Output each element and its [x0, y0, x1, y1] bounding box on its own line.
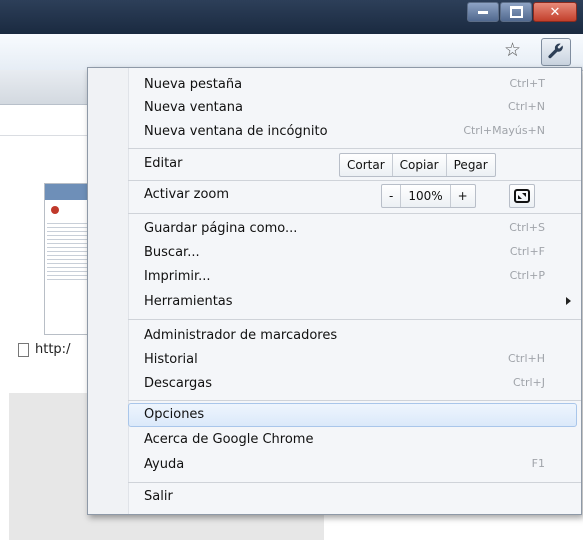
menu-item-help[interactable]: Ayuda F1 [88, 454, 581, 476]
page-icon [18, 342, 29, 357]
zoom-control-group: - 100% + [381, 184, 476, 208]
window-titlebar: ✕ [0, 0, 583, 34]
menu-item-label: Salir [144, 489, 173, 504]
menu-item-shortcut: Ctrl+N [507, 100, 545, 113]
menu-item-exit[interactable]: Salir [88, 486, 581, 508]
fullscreen-button[interactable] [509, 184, 535, 208]
menu-item-label: Imprimir... [144, 269, 211, 284]
wrench-icon [548, 43, 563, 59]
menu-item-shortcut: Ctrl+P [509, 269, 545, 282]
chrome-menu: Nueva pestaña Ctrl+T Nueva ventana Ctrl+… [87, 67, 582, 515]
browser-toolbar: ☆ [0, 34, 583, 71]
menu-item-tools[interactable]: Herramientas [88, 291, 581, 313]
menu-item-label: Opciones [144, 407, 205, 422]
zoom-in-button[interactable]: + [449, 185, 475, 207]
page-thumbnail[interactable] [44, 183, 92, 335]
menu-item-bookmark-manager[interactable]: Administrador de marcadores [88, 325, 581, 347]
menu-item-label: Nueva ventana [144, 100, 243, 115]
thumbnail-text [47, 220, 87, 280]
menu-item-options[interactable]: Opciones [128, 403, 577, 427]
menu-separator [128, 213, 581, 214]
window-controls: ✕ [466, 2, 577, 22]
menu-item-about[interactable]: Acerca de Google Chrome [88, 429, 581, 451]
page-tab-strip [0, 70, 90, 105]
maximize-icon [509, 6, 523, 18]
menu-item-label: Nueva ventana de incógnito [144, 124, 328, 139]
menu-item-new-window[interactable]: Nueva ventana Ctrl+N [88, 97, 581, 119]
menu-item-label: Buscar... [144, 245, 200, 260]
menu-item-incognito[interactable]: Nueva ventana de incógnito Ctrl+Mayús+N [88, 121, 581, 143]
page-divider [0, 135, 90, 136]
paste-button[interactable]: Pegar [445, 154, 495, 176]
fullscreen-icon [514, 189, 530, 203]
page-link[interactable]: http:/ [18, 342, 70, 357]
menu-separator [128, 319, 581, 320]
star-icon[interactable]: ☆ [504, 40, 521, 60]
menu-item-label: Acerca de Google Chrome [144, 432, 314, 447]
menu-item-label: Activar zoom [144, 187, 230, 202]
menu-item-label: Administrador de marcadores [144, 328, 338, 343]
menu-item-downloads[interactable]: Descargas Ctrl+J [88, 373, 581, 395]
submenu-arrow-icon [566, 297, 571, 305]
menu-item-label: Descargas [144, 376, 213, 391]
menu-item-find[interactable]: Buscar... Ctrl+F [88, 242, 581, 264]
menu-item-shortcut: Ctrl+J [512, 376, 545, 389]
menu-item-shortcut: Ctrl+S [509, 221, 545, 234]
menu-item-save-page[interactable]: Guardar página como... Ctrl+S [88, 218, 581, 240]
thumbnail-header [45, 184, 91, 200]
menu-separator [128, 400, 581, 401]
menu-row-zoom: Activar zoom - 100% + [88, 184, 581, 208]
copy-button[interactable]: Copiar [391, 154, 446, 176]
menu-row-edit: Editar Cortar Copiar Pegar [88, 153, 581, 177]
menu-item-label: Historial [144, 352, 198, 367]
menu-item-print[interactable]: Imprimir... Ctrl+P [88, 266, 581, 288]
menu-item-shortcut: Ctrl+T [509, 77, 545, 90]
thumbnail-logo [51, 206, 59, 214]
menu-item-shortcut: F1 [531, 457, 545, 470]
minimize-button[interactable] [467, 2, 499, 22]
menu-item-label: Ayuda [144, 457, 185, 472]
menu-item-label: Herramientas [144, 294, 233, 309]
zoom-level: 100% [400, 185, 449, 207]
menu-item-shortcut: Ctrl+Mayús+N [463, 124, 545, 137]
menu-item-label: Guardar página como... [144, 221, 298, 236]
minimize-icon [478, 10, 488, 14]
menu-item-label: Nueva pestaña [144, 77, 243, 92]
menu-separator [128, 482, 581, 483]
menu-item-shortcut: Ctrl+H [507, 352, 545, 365]
maximize-button[interactable] [500, 2, 532, 22]
wrench-menu-button[interactable] [541, 38, 571, 66]
close-icon: ✕ [549, 4, 561, 20]
menu-item-history[interactable]: Historial Ctrl+H [88, 349, 581, 371]
cut-button[interactable]: Cortar [340, 154, 392, 176]
zoom-out-button[interactable]: - [382, 185, 400, 207]
menu-separator [128, 180, 581, 181]
menu-separator [128, 148, 581, 149]
edit-button-group: Cortar Copiar Pegar [339, 153, 496, 177]
menu-item-shortcut: Ctrl+F [509, 245, 545, 258]
menu-item-new-tab[interactable]: Nueva pestaña Ctrl+T [88, 74, 581, 96]
menu-item-label: Editar [144, 156, 183, 171]
close-button[interactable]: ✕ [533, 2, 577, 22]
page-url: http:/ [35, 342, 71, 357]
